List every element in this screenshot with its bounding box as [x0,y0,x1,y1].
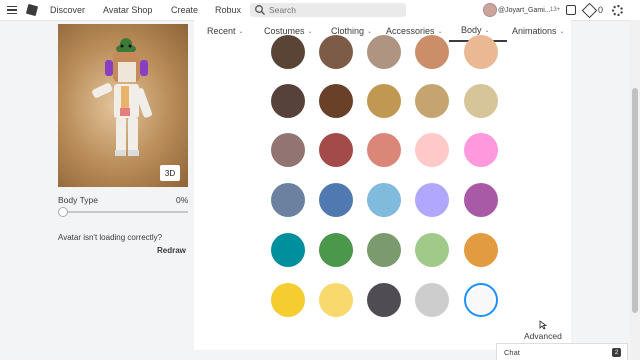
avatar-figure [92,38,152,156]
skin-color-swatch[interactable] [464,183,498,217]
top-navigation-bar: Discover Avatar Shop Create Robux @Joyar… [0,0,640,21]
skin-color-swatch[interactable] [464,84,498,118]
loading-help-text: Avatar isn't loading correctly? [58,233,163,242]
age-badge: 13+ [550,7,561,13]
skin-color-swatch[interactable] [464,283,498,317]
skin-color-swatch[interactable] [367,84,401,118]
search-box[interactable] [250,3,406,17]
skin-color-swatch[interactable] [319,133,353,167]
body-type-label: Body Type [58,195,99,205]
skin-color-swatch[interactable] [271,84,305,118]
tab-label: Recent [207,26,236,36]
chat-bar[interactable]: Chat 2 [496,343,628,360]
skin-color-swatch[interactable] [464,133,498,167]
skin-color-swatch[interactable] [464,35,498,69]
chevron-down-icon: ⌄ [367,28,373,35]
skin-color-swatch[interactable] [464,233,498,267]
menu-icon[interactable] [7,0,17,20]
body-type-slider-handle[interactable] [58,207,68,217]
username[interactable]: @Joyart_Gami... [498,0,551,20]
chevron-down-icon: ⌄ [307,28,313,35]
toggle-3d-button[interactable]: 3D [160,165,180,181]
chevron-down-icon: ⌄ [238,28,244,35]
skin-color-swatch[interactable] [415,233,449,267]
avatar-preview[interactable]: 3D [58,24,188,187]
nav-create[interactable]: Create [171,0,198,20]
mouse-cursor-icon [539,320,547,330]
chevron-down-icon: ⌄ [484,27,490,34]
skin-color-swatch[interactable] [319,283,353,317]
skin-color-swatch[interactable] [415,133,449,167]
skin-color-swatch[interactable] [367,233,401,267]
skin-color-swatch[interactable] [271,183,305,217]
skin-color-swatch[interactable] [271,133,305,167]
chevron-down-icon: ⌄ [559,28,565,35]
skin-color-swatch[interactable] [415,283,449,317]
skin-color-swatch[interactable] [415,84,449,118]
chat-count-badge: 2 [612,348,621,357]
search-input[interactable] [269,5,399,15]
skin-color-swatch[interactable] [271,283,305,317]
body-type-value: 0% [176,195,189,205]
skin-color-swatch[interactable] [367,283,401,317]
robux-icon[interactable] [581,0,598,20]
skin-color-swatch[interactable] [367,35,401,69]
page-scrollbar[interactable] [630,20,640,360]
nav-robux[interactable]: Robux [215,0,241,20]
skin-color-swatch[interactable] [271,233,305,267]
tab-animations[interactable]: Animations ⌄ [512,20,565,42]
skin-color-swatch[interactable] [319,233,353,267]
skin-color-swatch[interactable] [415,183,449,217]
editor-panel: Recent ⌄ Costumes ⌄ Clothing ⌄ Accessories ⌄ Bod… [194,20,571,350]
tab-label: Animations [512,26,557,36]
advanced-link[interactable]: Advanced [524,331,562,341]
skin-color-swatch[interactable] [367,183,401,217]
body-type-slider[interactable] [62,211,188,213]
scrollbar-thumb[interactable] [632,88,638,313]
skin-color-swatch[interactable] [319,84,353,118]
skin-color-swatch[interactable] [319,35,353,69]
nav-avatar-shop[interactable]: Avatar Shop [103,0,152,20]
skin-color-swatch[interactable] [271,35,305,69]
nav-discover[interactable]: Discover [50,0,85,20]
redraw-link[interactable]: Redraw [157,246,186,255]
chat-label: Chat [504,347,520,357]
user-avatar-icon[interactable] [483,0,497,20]
chevron-down-icon: ⌄ [437,28,443,35]
skin-color-swatch[interactable] [319,183,353,217]
roblox-logo[interactable] [25,0,39,20]
skin-color-swatch[interactable] [415,35,449,69]
tab-label: Body [461,25,482,35]
robux-count[interactable]: 0 [598,0,603,20]
tab-recent[interactable]: Recent ⌄ [207,20,244,42]
skin-color-swatch[interactable] [367,133,401,167]
search-icon [255,5,265,15]
settings-gear-icon[interactable] [612,0,623,20]
messages-icon[interactable] [566,0,576,20]
